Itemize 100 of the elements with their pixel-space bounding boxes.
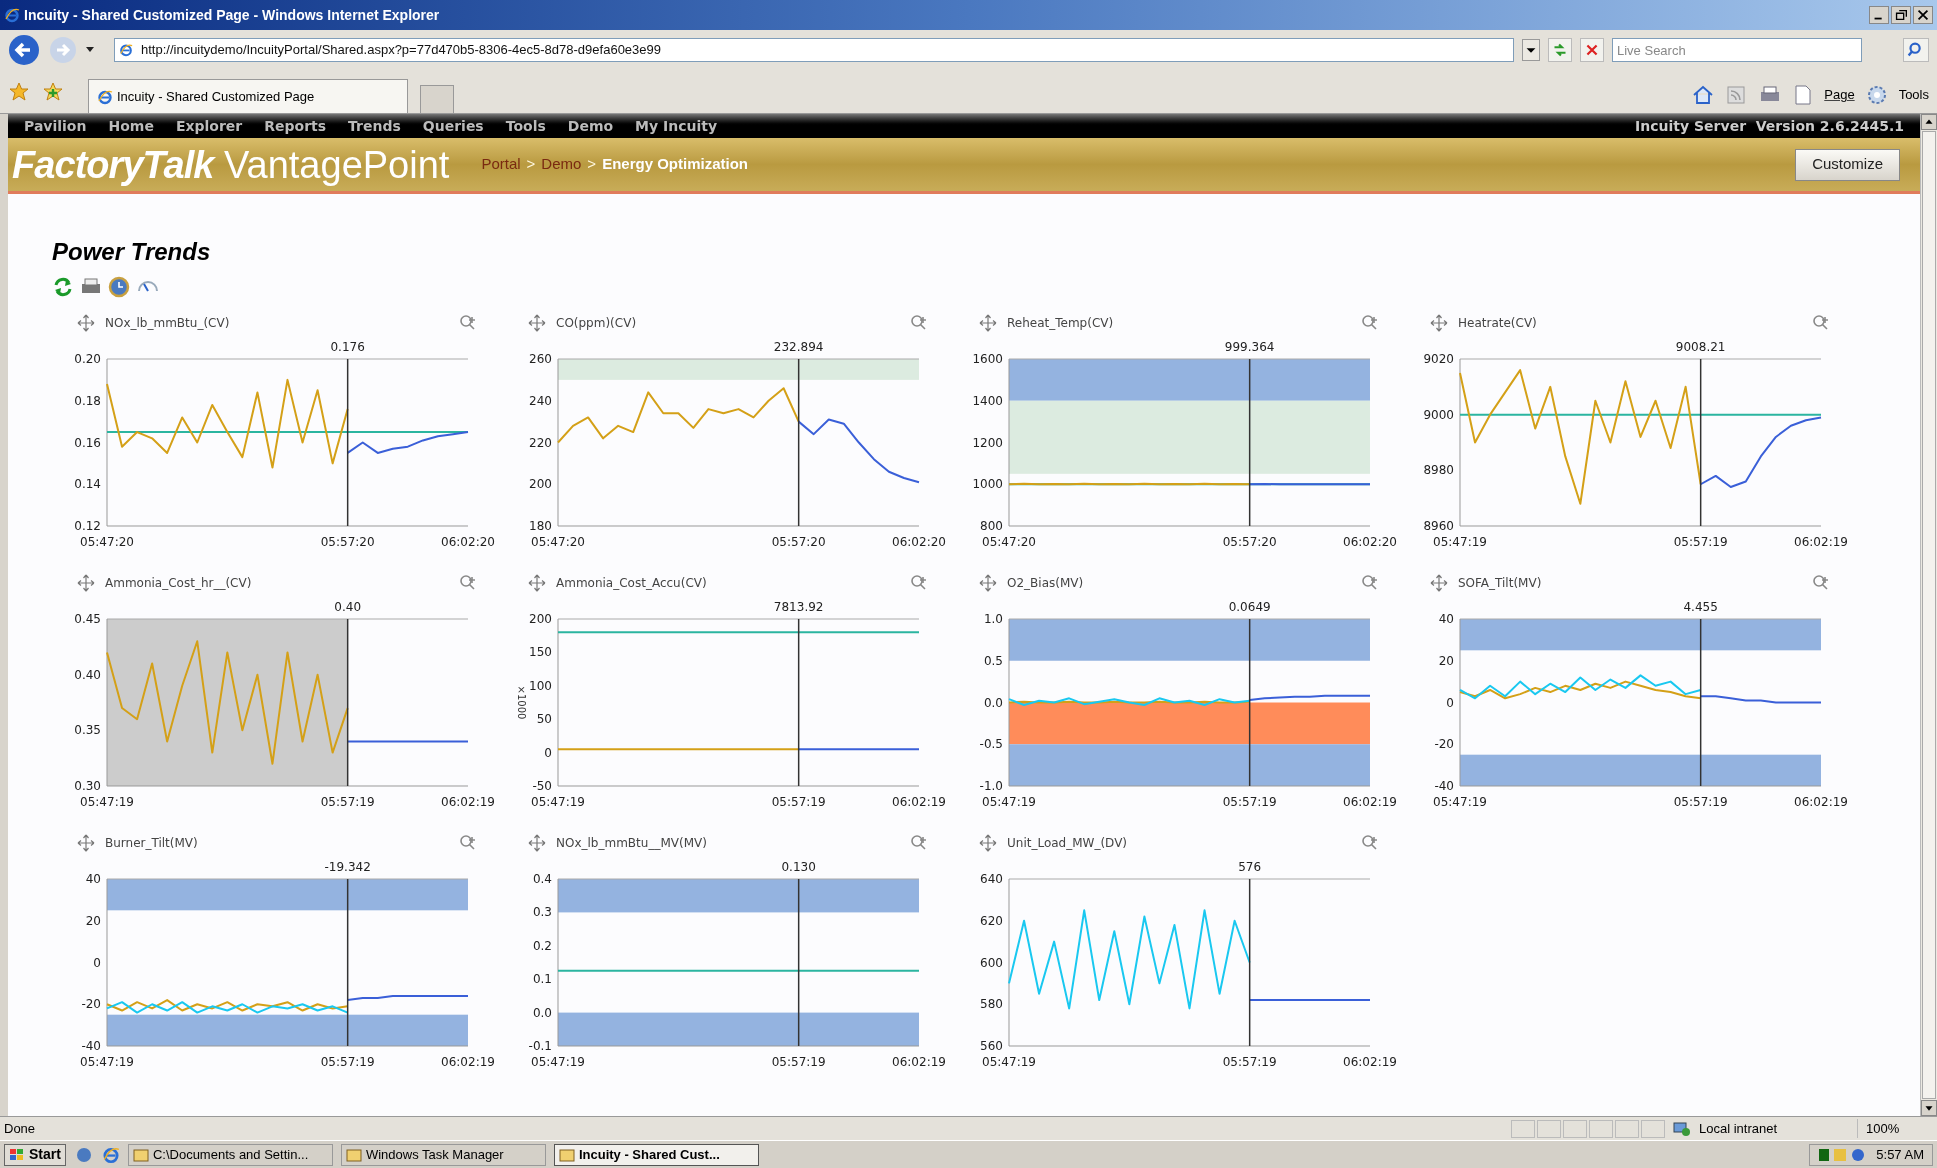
- tick-label: 100: [529, 678, 552, 693]
- tick-label: 05:57:19: [320, 795, 375, 809]
- tick-label: 06:02:19: [1794, 795, 1848, 809]
- cursor-reading: -19.342: [324, 860, 371, 874]
- tick-label: 0.40: [74, 667, 101, 682]
- tick-label: 200: [529, 477, 552, 492]
- tick-label: 05:57:19: [1222, 1055, 1277, 1069]
- tick-label: -0.1: [528, 1039, 552, 1053]
- tick-label: 05:47:19: [80, 1055, 134, 1069]
- tick-label: 0.2: [532, 938, 552, 953]
- tick-label: -0.5: [979, 737, 1003, 752]
- logo: FactoryTalk VantagePoint: [12, 145, 450, 184]
- tick-label: 06:02:19: [1343, 1055, 1397, 1069]
- tick-label: 220: [529, 435, 552, 450]
- cursor-reading: 0.0649: [1228, 600, 1271, 614]
- tick-label: 06:02:20: [441, 535, 495, 549]
- tick-label: 06:02:20: [1343, 535, 1397, 549]
- tick-label: 05:57:20: [771, 535, 826, 549]
- tick-label: 05:57:20: [320, 535, 375, 549]
- tick-label: 0.14: [74, 477, 101, 492]
- tick-label: 0.18: [74, 393, 101, 408]
- tick-label: 05:47:19: [80, 795, 134, 809]
- chart-title: Heatrate(CV): [1458, 315, 1537, 332]
- tick-label: 1600: [972, 352, 1003, 366]
- cursor-reading: 0.130: [781, 860, 816, 874]
- tick-label: 05:47:19: [531, 1055, 585, 1069]
- clock: 5:57 AM: [1876, 1145, 1924, 1164]
- tick-label: 0.4: [532, 872, 552, 886]
- tick-label: 0.20: [74, 352, 101, 366]
- tick-label: 0.12: [74, 519, 101, 533]
- cursor-reading: 0.176: [330, 340, 365, 354]
- tick-label: 05:57:19: [771, 1055, 826, 1069]
- tick-label: 05:47:19: [982, 795, 1036, 809]
- tick-label: -40: [1434, 779, 1454, 793]
- tick-label: 06:02:19: [441, 795, 495, 809]
- tick-label: 05:57:20: [1222, 535, 1277, 549]
- page-title: Power Trends: [52, 237, 212, 267]
- window-title: Incuity - Shared Customized Page - Windows Internet Explorer: [24, 5, 440, 25]
- status-text: Done: [4, 1119, 36, 1138]
- chart-title: NOx_lb_mmBtu_(CV): [105, 315, 230, 332]
- tick-label: 200: [529, 612, 552, 626]
- cursor-reading: 9008.21: [1675, 340, 1726, 354]
- chart-title: Unit_Load_MW_(DV): [1007, 835, 1128, 852]
- tick-label: 0.16: [74, 435, 101, 450]
- tick-label: -20: [81, 997, 101, 1012]
- tick-label: 1000: [972, 477, 1003, 492]
- tick-label: 20: [85, 913, 101, 928]
- tick-label: 06:02:19: [441, 1055, 495, 1069]
- tick-label: 1400: [972, 393, 1003, 408]
- tick-label: 0.1: [532, 972, 552, 987]
- tick-label: 640: [980, 872, 1003, 886]
- tick-label: 50: [536, 712, 552, 727]
- tick-label: 8960: [1423, 519, 1454, 533]
- tick-label: 580: [980, 997, 1003, 1012]
- tick-label: -50: [532, 779, 552, 793]
- tick-label: 260: [529, 352, 552, 366]
- tick-label: 150: [529, 645, 552, 660]
- tick-label: 06:02:19: [892, 1055, 946, 1069]
- tick-label: 9020: [1423, 352, 1454, 366]
- chart-title: SOFA_Tilt(MV): [1458, 575, 1542, 592]
- tick-label: 9000: [1423, 407, 1454, 422]
- tick-label: 05:47:20: [982, 535, 1036, 549]
- tick-label: 8980: [1423, 463, 1454, 478]
- tick-label: 0.0: [983, 695, 1003, 710]
- tick-label: 05:47:20: [80, 535, 134, 549]
- tick-label: 0.0: [532, 1005, 552, 1020]
- tick-label: 1200: [972, 435, 1003, 450]
- tick-label: -20: [1434, 737, 1454, 752]
- tick-label: -1.0: [979, 779, 1003, 793]
- tick-label: 06:02:19: [1343, 795, 1397, 809]
- tick-label: 05:57:19: [1222, 795, 1277, 809]
- cursor-reading: 232.894: [773, 340, 824, 354]
- cursor-reading: 7813.92: [773, 600, 824, 614]
- tick-label: 0.45: [74, 612, 101, 626]
- tick-label: 1.0: [983, 612, 1003, 626]
- tick-label: 0.35: [74, 723, 101, 738]
- tick-label: 06:02:20: [892, 535, 946, 549]
- tick-label: 05:57:19: [320, 1055, 375, 1069]
- tick-label: 0.5: [983, 653, 1003, 668]
- server-version: Incuity Server Version 2.6.2445.1: [1635, 116, 1904, 136]
- chart-title: Reheat_Temp(CV): [1007, 315, 1114, 332]
- tick-label: 0.30: [74, 779, 101, 793]
- tick-label: 180: [529, 519, 552, 533]
- chart-title: CO(ppm)(CV): [556, 315, 637, 332]
- axis-label: ×1000: [516, 685, 527, 720]
- tick-label: 40: [1438, 612, 1454, 626]
- tick-label: 05:47:19: [1433, 795, 1487, 809]
- tick-label: 0: [1446, 695, 1454, 710]
- chart-title: Burner_Tilt(MV): [105, 835, 198, 852]
- chart-title: Ammonia_Cost_hr__(CV): [105, 575, 252, 592]
- cursor-reading: 999.364: [1224, 340, 1275, 354]
- breadcrumb-separator: >: [587, 154, 597, 175]
- tick-label: 620: [980, 913, 1003, 928]
- tick-label: 240: [529, 393, 552, 408]
- tick-label: 05:47:19: [531, 795, 585, 809]
- tick-label: 0.3: [532, 905, 552, 920]
- chart-title: Ammonia_Cost_Accu(CV): [556, 575, 707, 592]
- tick-label: 06:02:19: [1794, 535, 1848, 549]
- tick-label: 05:47:19: [982, 1055, 1036, 1069]
- tick-label: 0: [93, 955, 101, 970]
